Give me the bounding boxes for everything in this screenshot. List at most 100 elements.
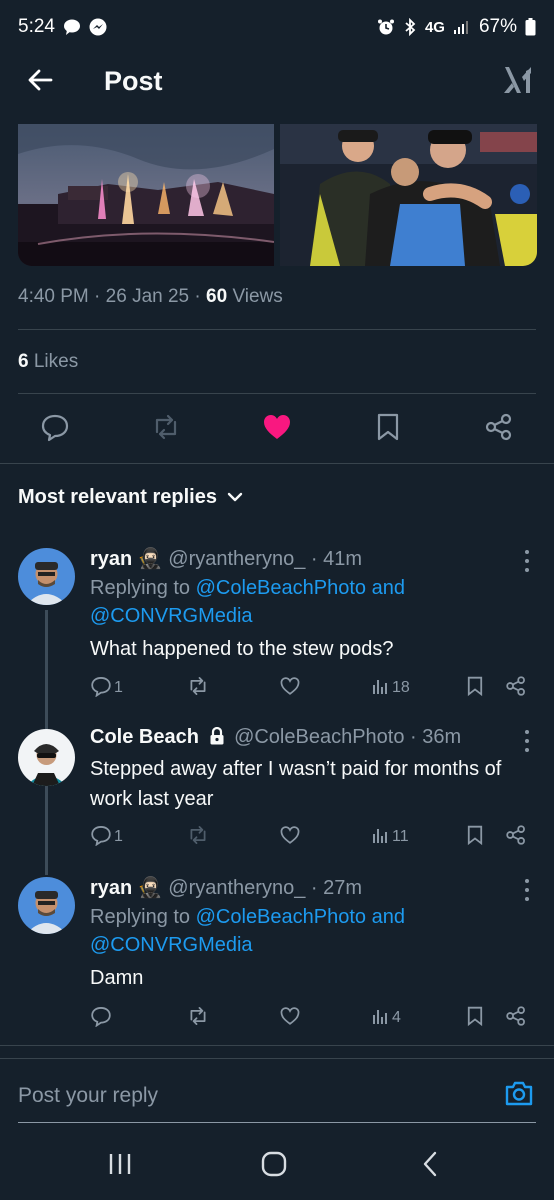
reply-text: What happened to the stew pods?: [90, 638, 394, 660]
replies-sort-button[interactable]: Most relevant replies: [18, 486, 243, 509]
share-icon: [505, 824, 527, 851]
replying-link[interactable]: @CONVRGMedia: [90, 934, 253, 956]
grok-button[interactable]: [500, 64, 536, 100]
reply-author-name[interactable]: ryan: [90, 548, 132, 570]
reply-author-name[interactable]: Cole Beach: [90, 726, 199, 748]
post-date: 26 Jan 25: [105, 286, 190, 307]
views-button[interactable]: 18: [372, 673, 410, 703]
recent-apps-icon: [107, 1152, 133, 1181]
bookmark-button[interactable]: [466, 822, 484, 852]
alarm-icon: [377, 18, 395, 36]
reply-button[interactable]: 1: [90, 673, 123, 703]
reply-author-handle[interactable]: @ryantheryno_: [168, 548, 305, 570]
share-button[interactable]: [505, 822, 527, 852]
reply-input[interactable]: Post your reply: [18, 1084, 158, 1108]
team-hug-photo-icon: [280, 124, 537, 266]
bookmark-button[interactable]: [466, 1003, 484, 1033]
likes-label: Likes: [33, 351, 79, 372]
bookmark-icon: [466, 675, 484, 702]
reply-button[interactable]: 1: [90, 822, 123, 852]
reply-text: Stepped away after I wasn’t paid for mon…: [90, 758, 502, 810]
reply-author-handle[interactable]: @ColeBeachPhoto: [234, 726, 404, 748]
user-avatar-ryan-icon: [18, 548, 75, 605]
repost-icon: [150, 412, 182, 447]
recent-apps-button[interactable]: [100, 1150, 140, 1182]
avatar[interactable]: [18, 548, 75, 605]
repost-icon: [186, 824, 210, 851]
reply-text: Damn: [90, 967, 144, 989]
reply-header: Cole Beach @ColeBeachPhoto · 36m: [90, 726, 461, 751]
media-photo-1[interactable]: [18, 124, 274, 266]
signal-icon: [453, 19, 471, 35]
reply-button[interactable]: [38, 412, 72, 446]
reply-count: 1: [114, 679, 123, 696]
reply-author-handle[interactable]: @ryantheryno_: [168, 877, 305, 899]
like-button[interactable]: [279, 673, 301, 703]
status-time: 5:24: [18, 16, 55, 37]
reply-time: 36m: [422, 726, 462, 748]
status-bar: 5:24 4G 67%: [0, 0, 554, 54]
chat-bubble-icon: [63, 18, 81, 36]
home-icon: [261, 1151, 287, 1182]
more-options-button[interactable]: [522, 879, 532, 901]
reply-composer: Post your reply: [0, 1058, 554, 1128]
back-button[interactable]: [22, 64, 58, 100]
meta-separator: ·: [94, 286, 106, 307]
views-button[interactable]: 4: [372, 1003, 401, 1033]
network-type: 4G: [424, 18, 445, 36]
share-button[interactable]: [505, 673, 527, 703]
like-button[interactable]: [279, 822, 301, 852]
reply-actions: 4: [0, 1003, 554, 1033]
more-options-button[interactable]: [522, 730, 532, 752]
post-media: [18, 124, 537, 266]
bookmark-icon: [466, 1005, 484, 1032]
user-avatar-cole-icon: [18, 729, 75, 786]
bookmark-icon: [375, 412, 401, 447]
repost-button[interactable]: [186, 822, 210, 852]
user-avatar-ryan-icon: [18, 877, 75, 934]
share-button[interactable]: [482, 412, 516, 446]
bookmark-button[interactable]: [466, 673, 484, 703]
replying-link[interactable]: @ColeBeachPhoto and: [196, 577, 405, 599]
reply-time-separator: ·: [310, 877, 318, 899]
reply-icon: [90, 1005, 112, 1032]
divider: [0, 463, 554, 464]
heart-icon: [279, 1006, 301, 1031]
reply-header: ryan 🥷🏻 @ryantheryno_ · 41m: [90, 546, 362, 571]
media-photo-2[interactable]: [280, 124, 537, 266]
heart-icon: [279, 825, 301, 850]
like-button[interactable]: [260, 412, 294, 446]
repost-button[interactable]: [186, 1003, 210, 1033]
meta-separator: ·: [194, 286, 207, 307]
avatar[interactable]: [18, 729, 75, 786]
repost-icon: [186, 1005, 210, 1032]
analytics-icon: [372, 677, 390, 700]
replying-link[interactable]: @CONVRGMedia: [90, 605, 253, 627]
reply-author-emoji: 🥷🏻: [137, 877, 163, 899]
battery-icon: [525, 18, 536, 36]
reply-time: 27m: [323, 877, 363, 899]
bookmark-button[interactable]: [371, 412, 405, 446]
reply-actions: 1 18: [0, 673, 554, 703]
like-button[interactable]: [279, 1003, 301, 1033]
views-button[interactable]: 11: [372, 822, 409, 852]
bookmark-icon: [466, 824, 484, 851]
reply-author-name[interactable]: ryan: [90, 877, 132, 899]
avatar[interactable]: [18, 877, 75, 934]
likes-summary[interactable]: 6 Likes: [18, 351, 78, 373]
more-options-button[interactable]: [522, 550, 532, 572]
reply-count: 1: [114, 828, 123, 845]
reply-button[interactable]: [90, 1003, 112, 1033]
repost-button[interactable]: [186, 673, 210, 703]
replying-link[interactable]: @ColeBeachPhoto and: [196, 906, 405, 928]
camera-button[interactable]: [502, 1078, 536, 1112]
share-button[interactable]: [505, 1003, 527, 1033]
system-back-button[interactable]: [410, 1150, 450, 1182]
repost-icon: [186, 675, 210, 702]
heart-icon: [279, 676, 301, 701]
home-button[interactable]: [254, 1150, 294, 1182]
post-actions: [0, 404, 554, 454]
analytics-icon: [372, 1007, 390, 1030]
repost-button[interactable]: [149, 412, 183, 446]
top-header: Post: [0, 54, 554, 110]
